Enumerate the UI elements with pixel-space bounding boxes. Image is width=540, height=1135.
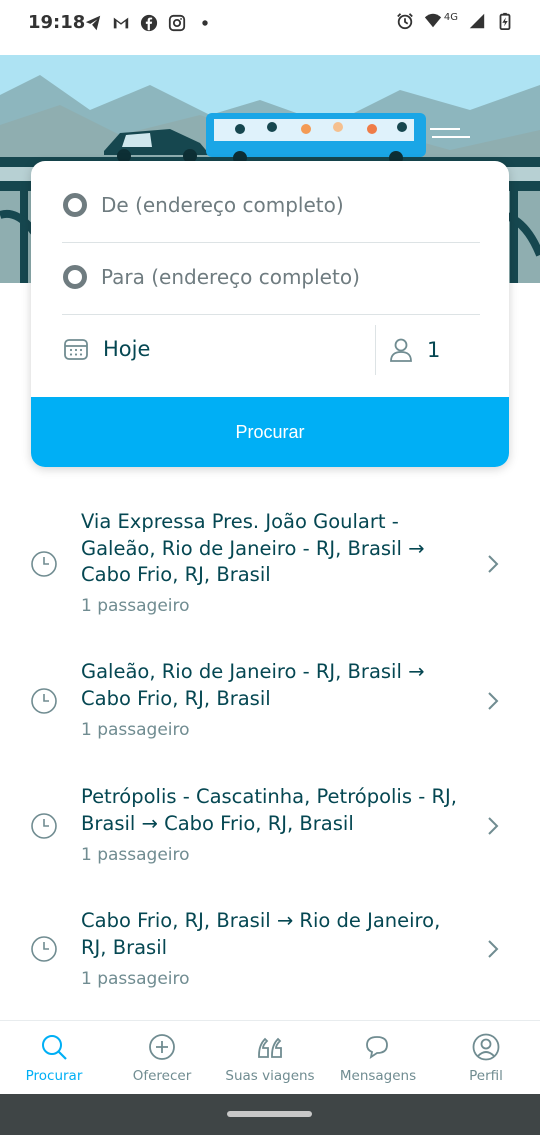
chevron-right-icon [488, 817, 499, 835]
nav-label: Mensagens [339, 1068, 417, 1084]
route-text: Petrópolis - Cascatinha, Petrópolis - RJ… [81, 784, 481, 837]
divider [62, 314, 480, 315]
person-icon [390, 338, 412, 362]
divider [62, 242, 480, 243]
status-bar: 19:18 4G [0, 0, 540, 48]
date-field[interactable]: Hoje [63, 337, 150, 361]
route-line: Brasil → Cabo Frio, RJ, Brasil [81, 811, 354, 835]
passenger-text: 1 passageiro [81, 969, 190, 989]
system-status-icons: 4G [396, 12, 514, 30]
to-field[interactable]: Para (endereço completo) [63, 265, 360, 289]
instagram-icon [168, 14, 186, 32]
telegram-icon [85, 15, 101, 31]
recent-search-item[interactable]: Galeão, Rio de Janeiro - RJ, Brasil → Ca… [0, 650, 540, 750]
nav-label: Procurar [25, 1068, 83, 1084]
route-text: Via Expressa Pres. João Goulart - Galeão… [81, 509, 481, 589]
route-line: Galeão, Rio de Janeiro - RJ, Brasil → [81, 536, 425, 560]
notification-icons [84, 14, 214, 32]
chevron-right-icon [488, 555, 499, 573]
chevron-right-icon [488, 692, 499, 710]
route-line: Cabo Frio, RJ, Brasil [81, 563, 271, 586]
wifi-icon [424, 13, 441, 28]
nav-trips[interactable]: Suas viagens [216, 1021, 324, 1095]
alarm-icon [397, 13, 413, 30]
calendar-icon [64, 339, 88, 360]
to-placeholder: Para (endereço completo) [101, 265, 360, 289]
date-value: Hoje [103, 337, 151, 361]
passenger-text: 1 passageiro [81, 845, 190, 865]
route-text: Cabo Frio, RJ, Brasil → Rio de Janeiro, … [81, 908, 481, 961]
route-line: Cabo Frio, RJ, Brasil [81, 686, 271, 710]
route-line: RJ, Brasil [81, 935, 168, 959]
nav-profile[interactable]: Perfil [432, 1021, 540, 1095]
route-line: Cabo Frio, RJ, Brasil → Rio de Janeiro, [81, 909, 441, 932]
route-line: Galeão, Rio de Janeiro - RJ, Brasil → [81, 660, 425, 683]
clock-icon [31, 551, 57, 577]
passenger-text: 1 passageiro [81, 720, 190, 740]
nav-label: Suas viagens [225, 1068, 315, 1084]
home-gesture-bar[interactable] [227, 1111, 312, 1117]
chat-bubbles-icon [366, 1036, 388, 1059]
facebook-icon [140, 14, 158, 32]
search-card: De (endereço completo) Para (endereço co… [31, 161, 509, 467]
recent-search-item[interactable]: Petrópolis - Cascatinha, Petrópolis - RJ… [0, 775, 540, 875]
signal-icon [469, 13, 485, 29]
nav-offer[interactable]: Oferecer [108, 1021, 216, 1095]
nav-label: Oferecer [132, 1068, 192, 1084]
clock-icon [31, 688, 57, 714]
status-time: 19:18 [28, 12, 86, 33]
search-icon [42, 1035, 67, 1060]
clock-icon [31, 936, 57, 962]
system-navigation-bar [0, 1094, 540, 1135]
route-line: Petrópolis - Cascatinha, Petrópolis - RJ… [81, 785, 457, 808]
clock-icon [31, 813, 57, 839]
network-type: 4G [443, 11, 458, 23]
from-placeholder: De (endereço completo) [101, 193, 344, 217]
vertical-divider [375, 325, 376, 375]
passenger-text: 1 passageiro [81, 596, 190, 616]
destination-radio-icon [63, 265, 87, 289]
route-line: Via Expressa Pres. João Goulart - [81, 510, 399, 533]
passenger-count: 1 [427, 338, 441, 362]
recent-search-item[interactable]: Cabo Frio, RJ, Brasil → Rio de Janeiro, … [0, 900, 540, 1000]
origin-radio-icon [63, 193, 87, 217]
profile-icon [472, 1033, 500, 1061]
add-circle-icon [149, 1034, 175, 1060]
from-field[interactable]: De (endereço completo) [63, 193, 344, 217]
nav-label: Perfil [469, 1068, 503, 1084]
recent-search-item[interactable]: Via Expressa Pres. João Goulart - Galeão… [0, 500, 540, 630]
nav-messages[interactable]: Mensagens [324, 1021, 432, 1095]
nav-search[interactable]: Procurar [0, 1021, 108, 1095]
search-button[interactable]: Procurar [31, 397, 509, 467]
route-text: Galeão, Rio de Janeiro - RJ, Brasil → Ca… [81, 659, 481, 712]
chevron-right-icon [488, 940, 499, 958]
quote-icon [258, 1037, 282, 1058]
bottom-navigation: Procurar Oferecer Suas viagens Mensagens… [0, 1020, 540, 1095]
passenger-field[interactable]: 1 [389, 337, 440, 363]
gmail-icon [113, 17, 129, 29]
battery-icon [499, 12, 511, 30]
dot-icon [202, 20, 208, 26]
